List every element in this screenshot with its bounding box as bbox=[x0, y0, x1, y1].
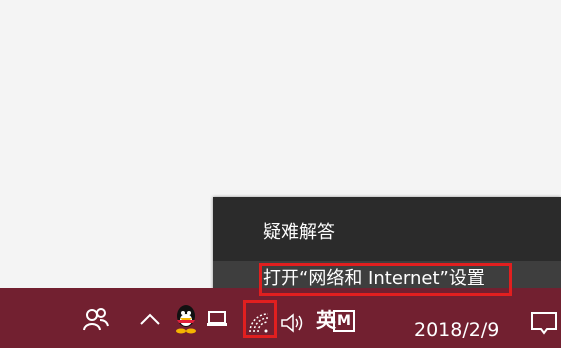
volume-icon[interactable] bbox=[280, 312, 306, 334]
menu-item-troubleshoot[interactable]: 疑难解答 bbox=[213, 215, 561, 251]
taskbar: 英 M 2018/2/9 bbox=[0, 288, 561, 348]
chevron-up-icon[interactable] bbox=[138, 310, 162, 328]
ime-mode-icon[interactable]: M bbox=[333, 310, 355, 332]
taskbar-date[interactable]: 2018/2/9 bbox=[414, 318, 499, 342]
notification-icon[interactable] bbox=[530, 310, 558, 336]
network-icon[interactable] bbox=[246, 310, 272, 336]
qq-icon[interactable] bbox=[173, 304, 199, 334]
people-icon[interactable] bbox=[82, 306, 110, 332]
device-icon[interactable] bbox=[206, 308, 228, 328]
